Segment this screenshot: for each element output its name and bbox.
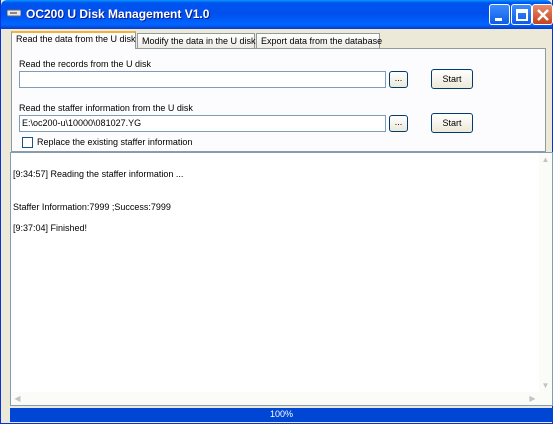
- app-icon: [7, 9, 21, 17]
- replace-staffer-checkbox[interactable]: [22, 137, 33, 148]
- scroll-up-icon[interactable]: ▲: [539, 153, 552, 166]
- window-title: OC200 U Disk Management V1.0: [26, 7, 210, 21]
- browse-records-button[interactable]: ...: [389, 71, 408, 88]
- minimize-button[interactable]: [489, 4, 510, 25]
- close-icon: [537, 9, 549, 21]
- progress-text: 100%: [269, 409, 294, 419]
- minimize-icon: [495, 18, 502, 21]
- records-path-field[interactable]: [19, 71, 386, 88]
- read-records-label: Read the records from the U disk: [19, 59, 152, 69]
- maximize-button[interactable]: [511, 4, 532, 25]
- horizontal-scrollbar[interactable]: ◀ ▶: [11, 392, 539, 405]
- scroll-left-icon[interactable]: ◀: [11, 392, 24, 405]
- start-staffer-button[interactable]: Start: [431, 113, 473, 133]
- tab-export-data[interactable]: Export data from the database: [256, 33, 383, 48]
- log-line: Staffer Information:7999 ;Success:7999: [13, 202, 171, 212]
- tab-label: Export data from the database: [261, 36, 383, 46]
- log-line: [9:37:04] Finished!: [13, 223, 88, 233]
- replace-staffer-label: Replace the existing staffer information: [37, 137, 193, 147]
- scroll-right-icon[interactable]: ▶: [526, 392, 539, 405]
- scroll-down-icon[interactable]: ▼: [539, 379, 552, 392]
- title-bar[interactable]: OC200 U Disk Management V1.0: [1, 0, 553, 29]
- tab-label: Read the data from the U disk: [16, 34, 136, 44]
- tab-panel: Read the records from the U disk ... Sta…: [11, 48, 546, 152]
- staffer-path-field[interactable]: E:\oc200-u\10000\081027.YG: [19, 115, 386, 132]
- log-line: [9:34:57] Reading the staffer informatio…: [13, 169, 184, 179]
- app-window: OC200 U Disk Management V1.0 Read the da…: [0, 0, 553, 424]
- tab-read-data[interactable]: Read the data from the U disk: [11, 31, 136, 49]
- close-button[interactable]: [532, 4, 553, 25]
- browse-staffer-button[interactable]: ...: [389, 115, 408, 132]
- log-output[interactable]: [9:34:57] Reading the staffer informatio…: [10, 152, 553, 406]
- maximize-icon: [516, 9, 528, 21]
- tab-modify-data[interactable]: Modify the data in the U disk: [137, 33, 256, 48]
- read-staffer-label: Read the staffer information from the U …: [19, 103, 193, 113]
- progress-bar: 100%: [10, 408, 553, 422]
- vertical-scrollbar[interactable]: ▲ ▼: [539, 153, 552, 405]
- tab-label: Modify the data in the U disk: [142, 36, 256, 46]
- start-records-button[interactable]: Start: [431, 69, 473, 89]
